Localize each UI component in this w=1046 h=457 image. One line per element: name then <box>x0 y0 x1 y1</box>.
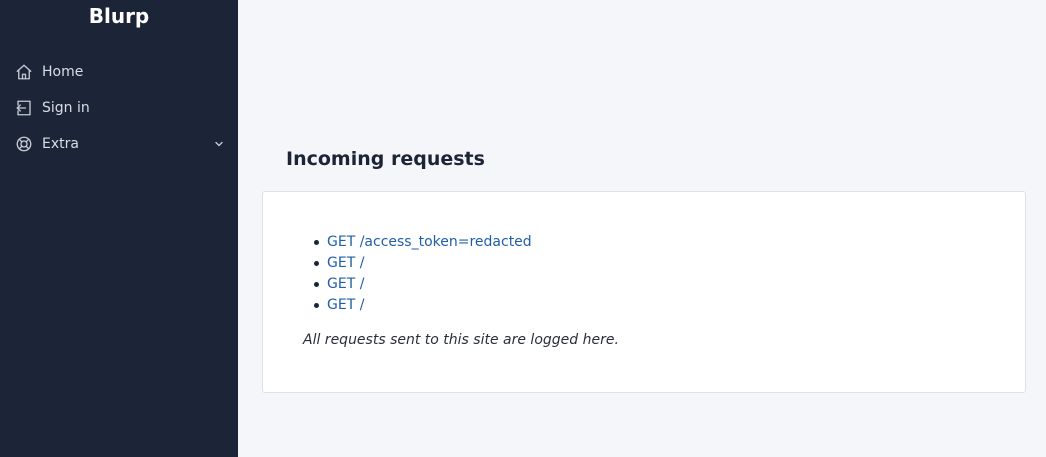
request-link[interactable]: GET /access_token=redacted <box>327 234 532 250</box>
home-icon <box>15 63 33 81</box>
requests-card: GET /access_token=redacted GET / GET / G… <box>262 191 1026 393</box>
sign-in-icon <box>15 99 33 117</box>
list-item: GET / <box>311 295 532 316</box>
sidebar-item-home[interactable]: Home <box>0 54 238 90</box>
request-link[interactable]: GET / <box>327 297 364 313</box>
sidebar-nav: Home Sign in Extra <box>0 54 238 162</box>
sidebar-item-label: Home <box>42 64 84 80</box>
request-link[interactable]: GET / <box>327 255 364 271</box>
list-item: GET / <box>311 274 532 295</box>
brand-title: Blurp <box>88 4 150 28</box>
page-title: Incoming requests <box>286 148 485 170</box>
sidebar-item-extra[interactable]: Extra <box>0 126 238 162</box>
request-list: GET /access_token=redacted GET / GET / G… <box>311 232 532 316</box>
sidebar: Blurp Home Sign in Extra <box>0 0 238 457</box>
list-item: GET / <box>311 253 532 274</box>
sidebar-item-sign-in[interactable]: Sign in <box>0 90 238 126</box>
request-link[interactable]: GET / <box>327 276 364 292</box>
sidebar-item-label: Sign in <box>42 100 90 116</box>
list-item: GET /access_token=redacted <box>311 232 532 253</box>
main-content: Incoming requests GET /access_token=reda… <box>238 0 1046 457</box>
lifebuoy-icon <box>15 135 33 153</box>
chevron-down-icon[interactable] <box>214 139 224 149</box>
sidebar-item-label: Extra <box>42 136 79 152</box>
log-note: All requests sent to this site are logge… <box>303 332 619 348</box>
